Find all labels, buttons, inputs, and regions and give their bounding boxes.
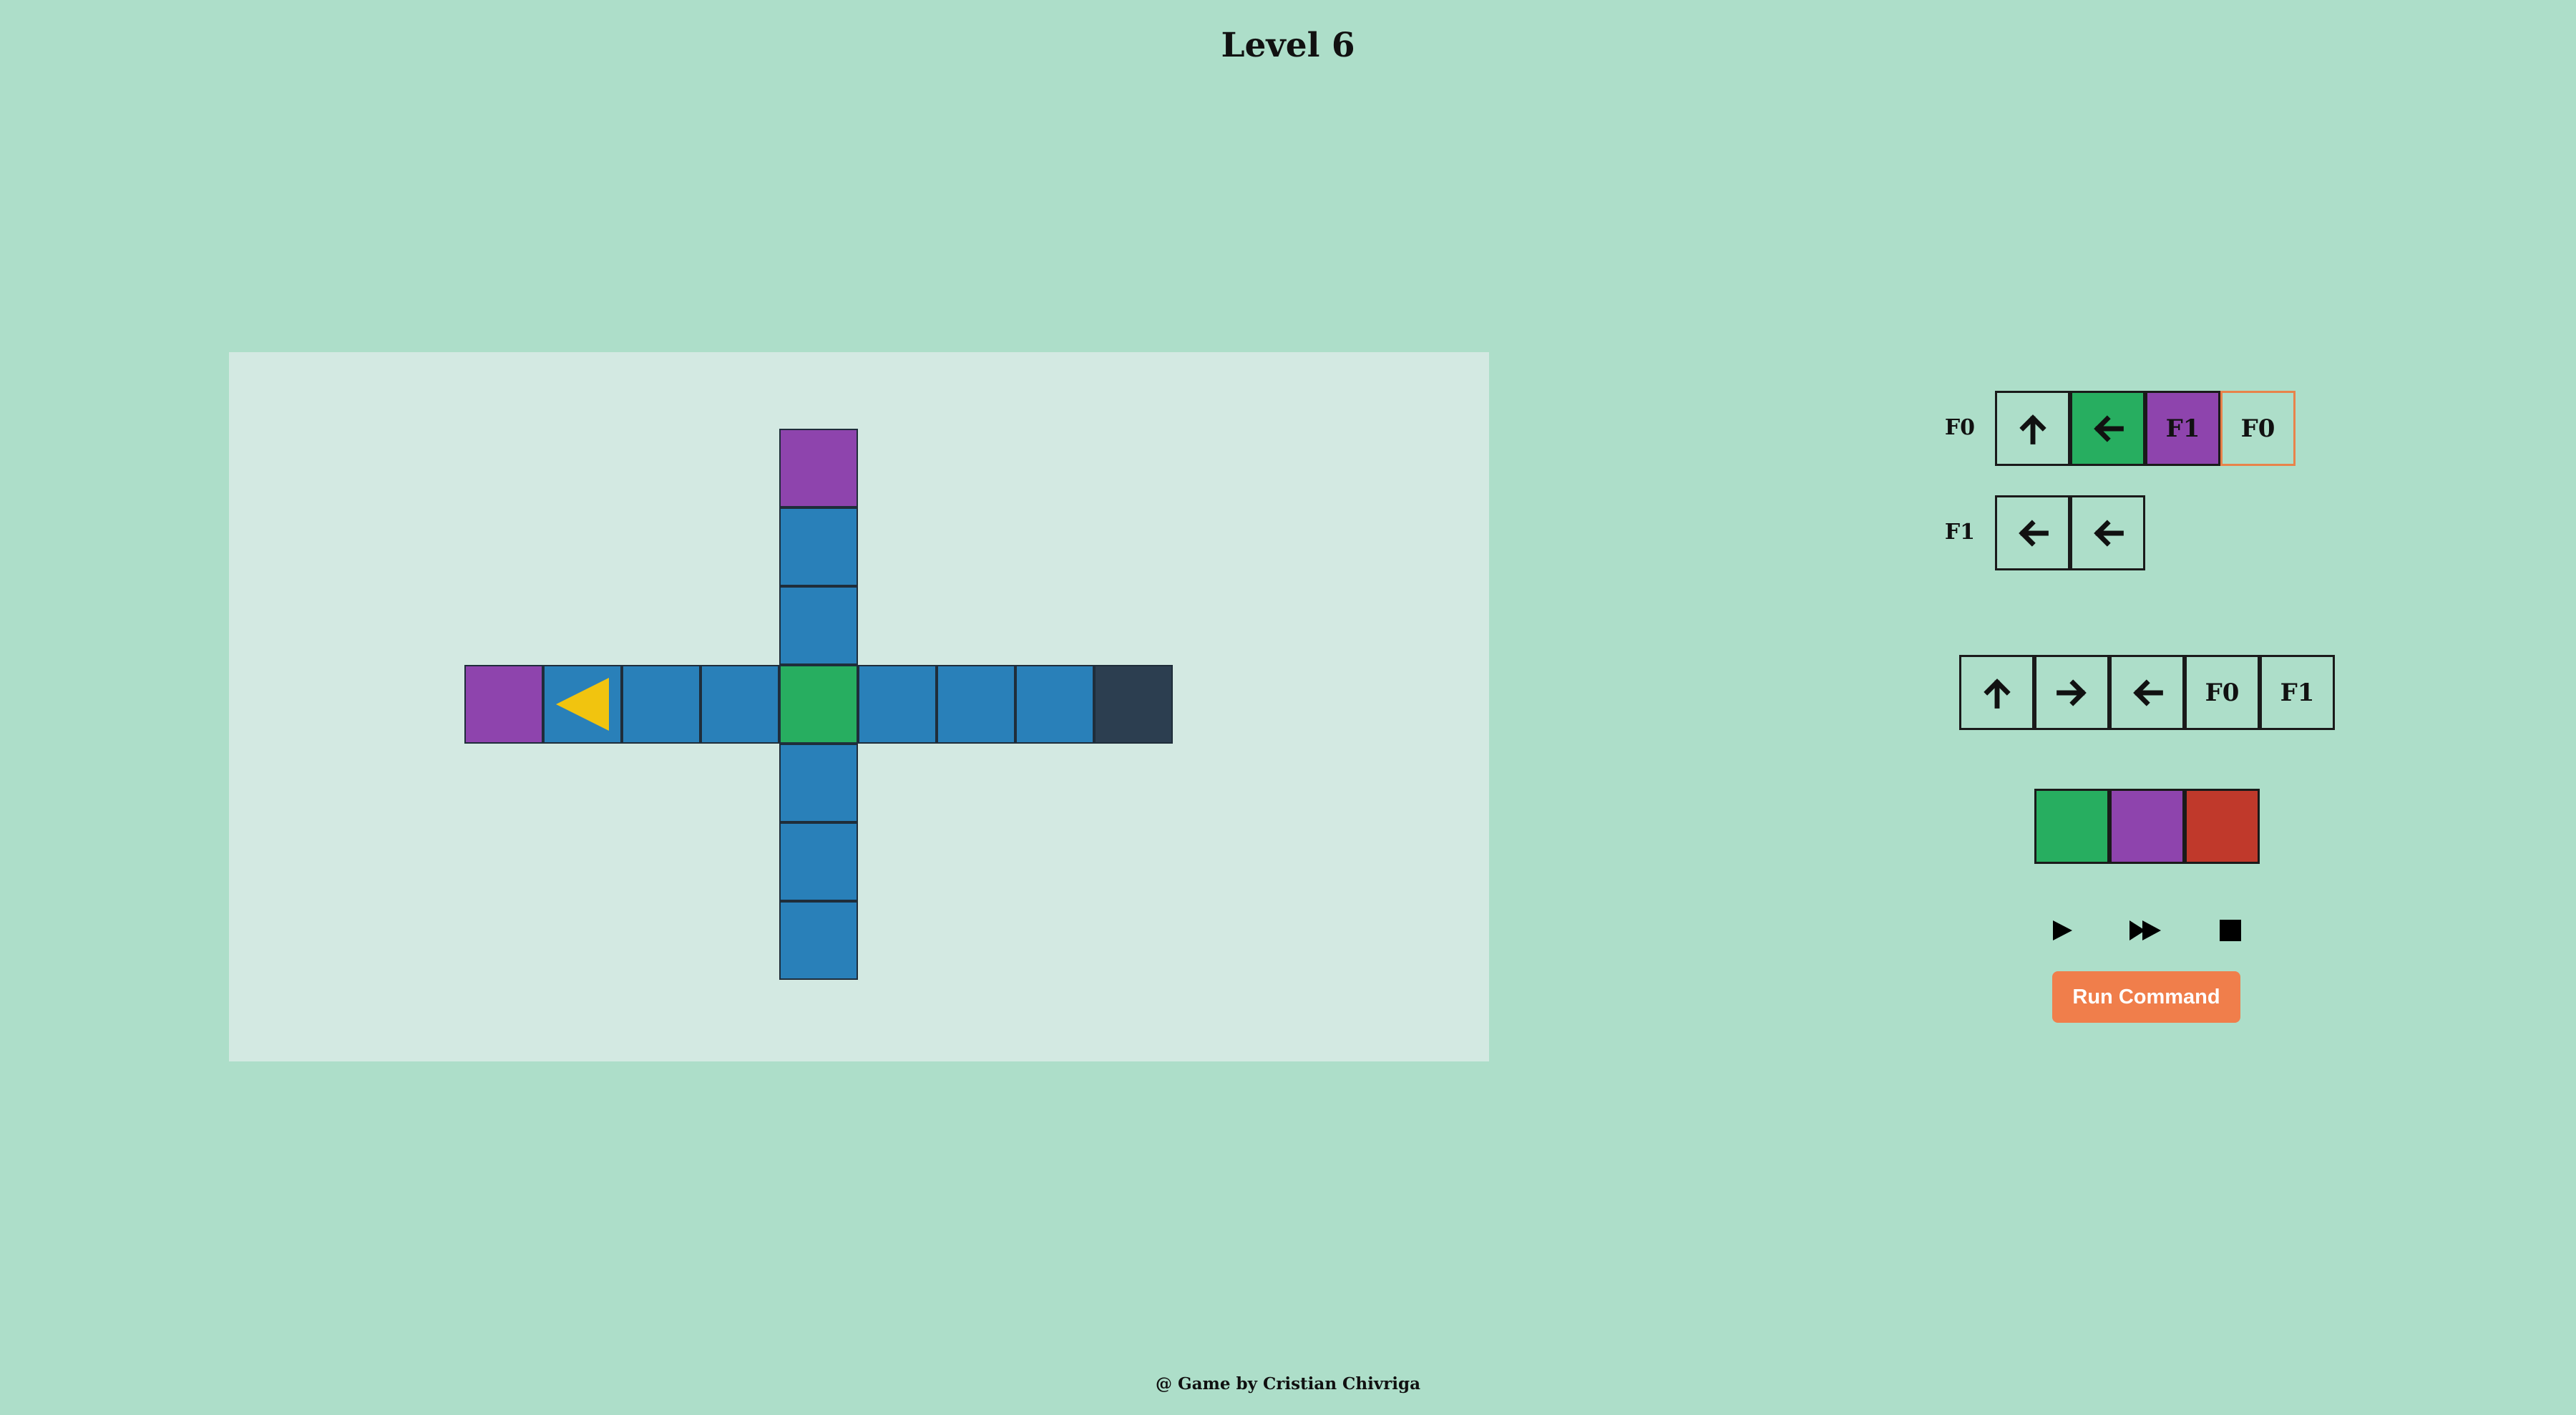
palette-label: F0 <box>2205 678 2240 707</box>
arrow-left-icon <box>2092 412 2124 445</box>
arrow-up-icon <box>1981 676 2014 709</box>
fast-forward-button[interactable] <box>2127 914 2163 950</box>
board-tile-dark <box>1094 665 1173 744</box>
color-swatch-red[interactable] <box>2185 789 2260 864</box>
slot-label: F1 <box>2165 414 2200 443</box>
arrow-left-icon <box>2131 676 2164 709</box>
function-f0-slot-1[interactable] <box>2070 391 2145 466</box>
board-tile-blue <box>779 744 858 822</box>
board-tile-blue <box>779 586 858 665</box>
palette-label: F1 <box>2280 678 2315 707</box>
board-tile-blue <box>622 665 701 744</box>
board-tile-blue <box>701 665 779 744</box>
board-tile-blue <box>779 822 858 901</box>
board-tile-blue <box>779 507 858 586</box>
robot-icon <box>543 665 622 744</box>
palette-command-arrow-right[interactable] <box>2034 655 2109 730</box>
run-command-button[interactable]: Run Command <box>2052 971 2240 1023</box>
level-title: Level 6 <box>1221 26 1355 65</box>
palette-command-f0[interactable]: F0 <box>2185 655 2260 730</box>
board-tile-green <box>779 665 858 744</box>
board-tile-blue <box>1015 665 1094 744</box>
function-f1-slot-0[interactable] <box>1995 495 2070 570</box>
stop-button[interactable] <box>2212 914 2248 950</box>
play-button[interactable] <box>2044 914 2080 950</box>
function-f1-slot-1[interactable] <box>2070 495 2145 570</box>
play-icon <box>2050 918 2074 945</box>
function-f0-slot-2[interactable]: F1 <box>2145 391 2220 466</box>
board-tile-blue <box>937 665 1015 744</box>
function-label-f1: F1 <box>1944 520 1975 545</box>
footer-credit: @ Game by Cristian Chivriga <box>1155 1374 1421 1394</box>
function-label-f0: F0 <box>1944 415 1975 440</box>
color-swatch-green[interactable] <box>2034 789 2109 864</box>
function-f0-slot-0[interactable] <box>1995 391 2070 466</box>
arrow-up-icon <box>2016 412 2049 445</box>
palette-command-arrow-left[interactable] <box>2109 655 2185 730</box>
function-f0-slot-3[interactable]: F0 <box>2220 391 2296 466</box>
slot-label: F0 <box>2240 414 2275 443</box>
board-tile-purple <box>779 429 858 507</box>
game-board <box>229 352 1489 1061</box>
arrow-left-icon <box>2016 517 2049 550</box>
palette-command-arrow-up[interactable] <box>1959 655 2034 730</box>
color-swatch-purple[interactable] <box>2109 789 2185 864</box>
palette-command-f1[interactable]: F1 <box>2260 655 2335 730</box>
arrow-right-icon <box>2056 676 2089 709</box>
board-tile-blue <box>779 901 858 980</box>
board-tile-blue <box>858 665 937 744</box>
arrow-left-icon <box>2092 517 2124 550</box>
fast-forward-icon <box>2128 918 2162 945</box>
stop-icon <box>2220 920 2241 944</box>
board-tile-purple <box>464 665 543 744</box>
